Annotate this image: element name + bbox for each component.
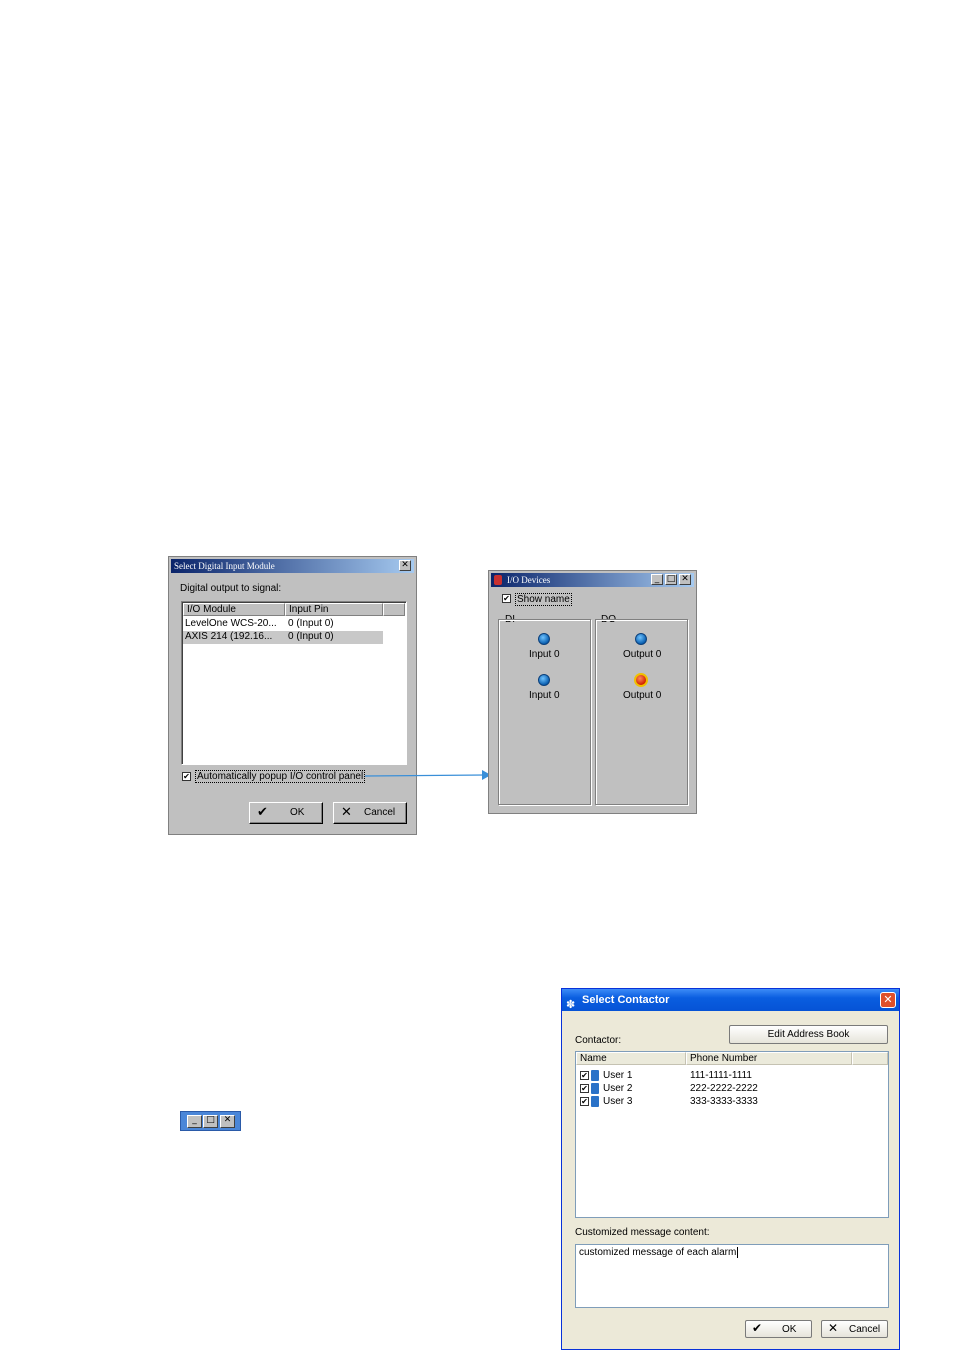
- cancel-button[interactable]: ✕ Cancel: [333, 802, 407, 824]
- digital-output-prompt: Digital output to signal:: [180, 583, 282, 594]
- cross-icon: ✕: [828, 1321, 839, 1335]
- select-contactor-dialog: ✽ Select Contactor ✕ Contactor: Edit Add…: [561, 988, 900, 1350]
- list-item[interactable]: ✔ User 1 111-1111-1111: [580, 1069, 880, 1082]
- select-contactor-title-bar: ✽ Select Contactor ✕: [562, 989, 899, 1011]
- di-item-label: Input 0: [529, 690, 560, 701]
- close-icon[interactable]: ✕: [679, 574, 691, 585]
- checkmark-icon: ✔: [257, 805, 268, 820]
- contact-list[interactable]: Name Phone Number ✔ User 1 111-1111-1111…: [575, 1051, 889, 1218]
- io-module-name: AXIS 214 (192.16...: [185, 631, 273, 642]
- close-icon[interactable]: ✕: [399, 560, 411, 571]
- contact-name: User 1: [603, 1070, 633, 1081]
- list-item[interactable]: ✔ User 3 333-3333-3333: [580, 1095, 880, 1108]
- cancel-label: Cancel: [849, 1324, 881, 1335]
- contact-checkbox[interactable]: ✔: [580, 1071, 589, 1080]
- phone-icon: [591, 1070, 599, 1081]
- cancel-button[interactable]: ✕ Cancel: [821, 1320, 888, 1338]
- io-devices-title: I/O Devices: [507, 575, 551, 585]
- maximize-icon[interactable]: □: [203, 1115, 218, 1128]
- column-header-phone-number[interactable]: Phone Number: [686, 1052, 852, 1065]
- close-icon[interactable]: ✕: [880, 992, 896, 1008]
- do-group: [595, 619, 688, 805]
- table-row[interactable]: LevelOne WCS-20... 0 (Input 0): [183, 618, 383, 631]
- do-item-label: Output 0: [623, 649, 662, 660]
- io-module-list[interactable]: I/O Module Input Pin LevelOne WCS-20... …: [181, 601, 407, 765]
- minimize-icon[interactable]: _: [187, 1115, 202, 1128]
- io-module-name: LevelOne WCS-20...: [185, 618, 277, 629]
- do-item-label: Output 0: [623, 690, 662, 701]
- phone-icon: [591, 1083, 599, 1094]
- di-group: [498, 619, 591, 805]
- list-item[interactable]: ✔ User 2 222-2222-2222: [580, 1082, 880, 1095]
- do-led-active-icon[interactable]: [634, 673, 648, 687]
- dialog-title-bar: Select Digital Input Module ✕: [171, 559, 414, 573]
- column-header-name[interactable]: Name: [576, 1052, 686, 1065]
- di-led-icon[interactable]: [538, 633, 550, 645]
- di-item-label: Input 0: [529, 649, 560, 660]
- show-name-checkbox[interactable]: ✔: [502, 594, 511, 603]
- contact-checkbox[interactable]: ✔: [580, 1084, 589, 1093]
- column-header-spacer: [852, 1052, 888, 1065]
- maximize-icon[interactable]: □: [665, 574, 677, 585]
- column-header-input-pin[interactable]: Input Pin: [285, 603, 383, 616]
- column-header-io-module[interactable]: I/O Module: [183, 603, 285, 616]
- contact-name: User 2: [603, 1083, 633, 1094]
- app-logo-icon: ✽: [566, 998, 576, 1011]
- contact-phone: 111-1111-1111: [690, 1070, 752, 1081]
- edit-address-book-button[interactable]: Edit Address Book: [729, 1025, 888, 1044]
- select-contactor-title: Select Contactor: [582, 994, 670, 1006]
- ok-button[interactable]: ✔ OK: [249, 802, 323, 824]
- ok-label: OK: [782, 1324, 797, 1335]
- column-header-spacer: [383, 603, 405, 616]
- io-devices-window: I/O Devices _ □ ✕ ✔ Show name DI DO Inpu…: [488, 570, 697, 814]
- window-controls-sample: _ □ ✕: [180, 1111, 241, 1131]
- select-digital-input-module-dialog: Select Digital Input Module ✕ Digital ou…: [168, 556, 417, 835]
- di-led-icon[interactable]: [538, 674, 550, 686]
- contact-phone: 333-3333-3333: [690, 1096, 758, 1107]
- ok-button[interactable]: ✔ OK: [745, 1320, 812, 1338]
- contactor-label: Contactor:: [575, 1035, 622, 1046]
- close-icon[interactable]: ✕: [220, 1115, 235, 1128]
- io-devices-app-icon: [494, 575, 502, 585]
- message-content-value: customized message of each alarm: [579, 1247, 739, 1258]
- connector-arrow: [364, 770, 491, 780]
- ok-label: OK: [290, 807, 305, 818]
- message-content-label: Customized message content:: [575, 1227, 710, 1238]
- checkmark-icon: ✔: [752, 1321, 763, 1335]
- show-name-label[interactable]: Show name: [515, 593, 572, 606]
- io-module-pin: 0 (Input 0): [288, 618, 334, 629]
- do-led-icon[interactable]: [635, 633, 647, 645]
- contact-phone: 222-2222-2222: [690, 1083, 758, 1094]
- cancel-label: Cancel: [364, 807, 396, 818]
- auto-popup-label[interactable]: Automatically popup I/O control panel: [195, 770, 366, 783]
- cross-icon: ✕: [341, 805, 352, 820]
- table-row[interactable]: AXIS 214 (192.16... 0 (Input 0): [183, 631, 383, 644]
- contact-name: User 3: [603, 1096, 633, 1107]
- contact-checkbox[interactable]: ✔: [580, 1097, 589, 1106]
- minimize-icon[interactable]: _: [651, 574, 663, 585]
- phone-icon: [591, 1096, 599, 1107]
- io-module-pin: 0 (Input 0): [288, 631, 334, 642]
- message-content-textarea[interactable]: customized message of each alarm: [575, 1244, 889, 1308]
- io-devices-title-bar: I/O Devices _ □ ✕: [491, 573, 694, 587]
- auto-popup-checkbox[interactable]: ✔: [182, 772, 191, 781]
- dialog-title: Select Digital Input Module: [174, 561, 275, 571]
